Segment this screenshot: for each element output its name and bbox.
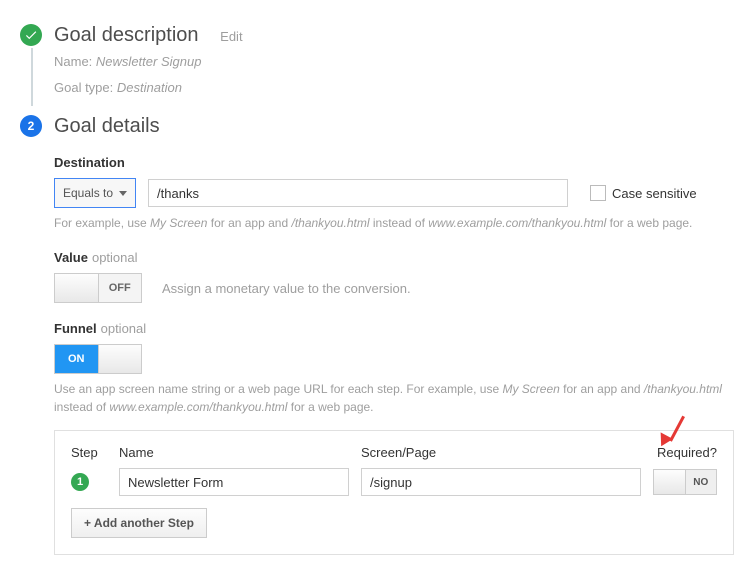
step-number-badge: 2 xyxy=(20,115,42,137)
edit-link[interactable]: Edit xyxy=(220,29,242,44)
funnel-label: Funneloptional xyxy=(54,321,734,336)
case-sensitive-label: Case sensitive xyxy=(612,186,697,201)
step-title: Goal description xyxy=(54,24,199,46)
destination-label: Destination xyxy=(54,155,734,170)
value-description: Assign a monetary value to the conversio… xyxy=(162,281,411,296)
toggle-state: NO xyxy=(686,470,717,494)
goal-type-value: Destination xyxy=(117,80,182,95)
funnel-steps-box: Step Name Screen/Page Required? 1 NO xyxy=(54,430,734,555)
chevron-down-icon xyxy=(119,191,127,196)
step-title: Goal details xyxy=(54,115,734,137)
funnel-toggle[interactable]: ON xyxy=(54,344,142,374)
col-step: Step xyxy=(71,445,107,460)
funnel-hint: Use an app screen name string or a web p… xyxy=(54,380,734,416)
goal-name-value: Newsletter Signup xyxy=(96,54,202,69)
goal-type-label: Goal type: xyxy=(54,80,113,95)
funnel-step-name-input[interactable] xyxy=(119,468,349,496)
funnel-step-page-input[interactable] xyxy=(361,468,641,496)
dropdown-value: Equals to xyxy=(63,186,113,200)
step-number: 2 xyxy=(28,119,35,133)
toggle-state: ON xyxy=(55,345,98,373)
goal-name-line: Name: Newsletter Signup xyxy=(54,52,730,72)
step-goal-description: Goal description Edit Name: Newsletter S… xyxy=(20,24,730,97)
value-toggle[interactable]: OFF xyxy=(54,273,142,303)
destination-input[interactable] xyxy=(148,179,568,207)
col-page: Screen/Page xyxy=(361,445,641,460)
funnel-step-required-toggle[interactable]: NO xyxy=(653,469,717,495)
case-sensitive-checkbox[interactable] xyxy=(590,185,606,201)
checkmark-icon xyxy=(20,24,42,46)
goal-type-line: Goal type: Destination xyxy=(54,78,730,98)
destination-match-dropdown[interactable]: Equals to xyxy=(54,178,136,208)
toggle-state: OFF xyxy=(99,274,142,302)
funnel-step-row: 1 NO xyxy=(71,468,717,496)
col-name: Name xyxy=(119,445,349,460)
stepper-connector-line xyxy=(31,48,33,106)
goal-name-label: Name: xyxy=(54,54,92,69)
step-goal-details: 2 Goal details Destination Equals to Cas… xyxy=(20,115,730,555)
destination-hint: For example, use My Screen for an app an… xyxy=(54,214,734,232)
funnel-step-number: 1 xyxy=(71,473,89,491)
add-step-button[interactable]: + Add another Step xyxy=(71,508,207,538)
col-required: Required? xyxy=(653,445,717,460)
value-label: Valueoptional xyxy=(54,250,734,265)
